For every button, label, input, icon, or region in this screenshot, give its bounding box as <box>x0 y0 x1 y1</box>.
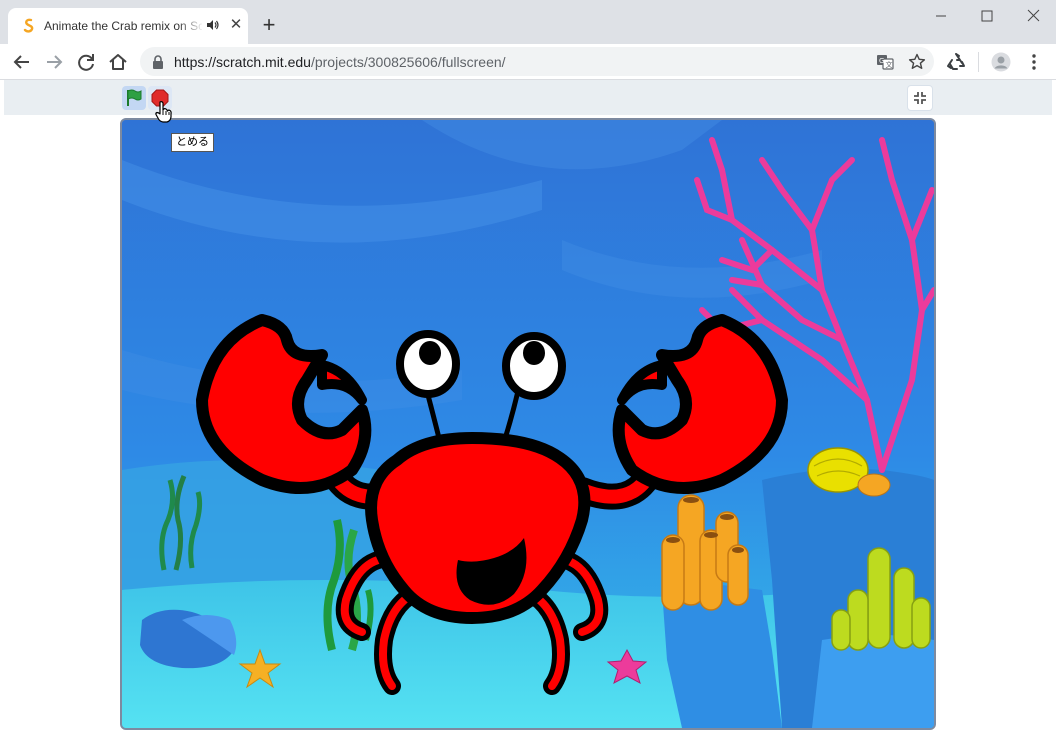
translate-icon[interactable]: G 文 <box>876 53 894 71</box>
new-tab-button[interactable]: + <box>258 14 280 36</box>
forward-icon[interactable] <box>42 50 66 74</box>
exit-fullscreen-icon <box>914 92 926 104</box>
hand-cursor-icon <box>155 101 172 123</box>
url-host: https://scratch.mit.edu <box>174 54 311 70</box>
svg-text:G: G <box>879 57 884 65</box>
orange-sponge <box>857 473 891 497</box>
toolbar-separator <box>978 52 979 72</box>
url-text[interactable]: https://scratch.mit.edu/projects/3008256… <box>174 54 506 70</box>
star-icon[interactable] <box>908 53 926 71</box>
crab-right-pupil <box>523 341 545 365</box>
rock <box>812 635 934 728</box>
browser-titlebar: Animate the Crab remix on Scratch ✕ + <box>0 0 1056 44</box>
menu-icon[interactable] <box>1024 52 1044 72</box>
crab-left-pupil <box>419 341 441 365</box>
minimize-icon[interactable] <box>918 4 964 28</box>
scratch-favicon-icon <box>23 18 34 33</box>
window-close-icon[interactable] <box>1010 4 1056 28</box>
exit-fullscreen-button[interactable] <box>907 85 933 111</box>
green-flag-button[interactable] <box>122 86 146 110</box>
url-path: /projects/300825606/fullscreen/ <box>310 54 506 70</box>
extension-icon[interactable] <box>946 52 966 72</box>
stage-scene <box>122 120 934 728</box>
browser-toolbar: https://scratch.mit.edu/projects/3008256… <box>0 44 1056 80</box>
green-flag-icon <box>127 89 142 106</box>
svg-text:文: 文 <box>886 60 893 69</box>
home-icon[interactable] <box>106 50 130 74</box>
project-stage[interactable] <box>120 118 936 730</box>
tab-title-fade <box>178 14 204 38</box>
reload-icon[interactable] <box>74 50 98 74</box>
maximize-icon[interactable] <box>964 4 1010 28</box>
profile-icon[interactable] <box>991 52 1011 72</box>
lock-icon[interactable] <box>152 55 164 69</box>
stop-tooltip: とめる <box>171 133 214 152</box>
audio-icon[interactable] <box>206 18 220 32</box>
tab-close-button[interactable]: ✕ <box>228 17 244 33</box>
address-bar[interactable]: https://scratch.mit.edu/projects/3008256… <box>140 47 934 76</box>
browser-tab[interactable]: Animate the Crab remix on Scratch ✕ <box>8 8 248 44</box>
back-icon[interactable] <box>10 50 34 74</box>
